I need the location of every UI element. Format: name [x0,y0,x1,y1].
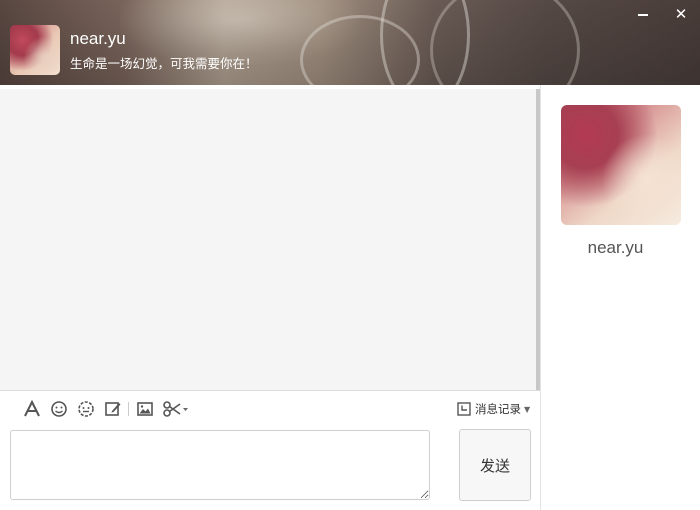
contact-name[interactable]: near.yu [70,29,126,49]
scissors-icon [163,401,188,417]
chat-window: near.yu 生命是一场幻觉，可我需要你在！ ✕ 消息记录 ▼ 发送 near… [0,0,700,510]
minimize-button[interactable] [633,5,653,23]
close-icon: ✕ [674,5,688,23]
history-icon [457,402,471,416]
edit-button[interactable] [103,399,123,419]
header-avatar[interactable] [10,25,60,75]
divider [540,85,541,510]
sticker-icon [78,401,94,417]
send-button[interactable]: 发送 [459,429,531,501]
divider [0,390,540,391]
screenshot-button[interactable] [162,399,190,419]
font-button[interactable] [22,399,42,419]
emoji-button[interactable] [49,399,69,419]
contact-signature: 生命是一场幻觉，可我需要你在！ [70,56,258,71]
message-history-button[interactable]: 消息记录 ▼ [457,399,530,419]
message-input[interactable] [10,430,430,500]
minimize-icon [638,13,648,16]
contact-avatar[interactable] [561,105,681,225]
emoji-icon [51,401,67,417]
edit-icon [105,402,121,416]
image-icon [137,402,153,416]
sticker-button[interactable] [76,399,96,419]
chevron-down-icon: ▼ [524,404,531,414]
toolbar-separator [128,402,129,416]
input-toolbar [22,398,197,420]
close-button[interactable]: ✕ [671,5,691,23]
chat-header: near.yu 生命是一场幻觉，可我需要你在！ ✕ [0,0,700,85]
header-background-decoration [430,0,580,85]
contact-name-label: near.yu [587,238,644,257]
font-icon [24,400,40,417]
message-history-area[interactable] [0,89,536,390]
message-history-label: 消息记录 [475,402,521,416]
image-button[interactable] [135,399,155,419]
